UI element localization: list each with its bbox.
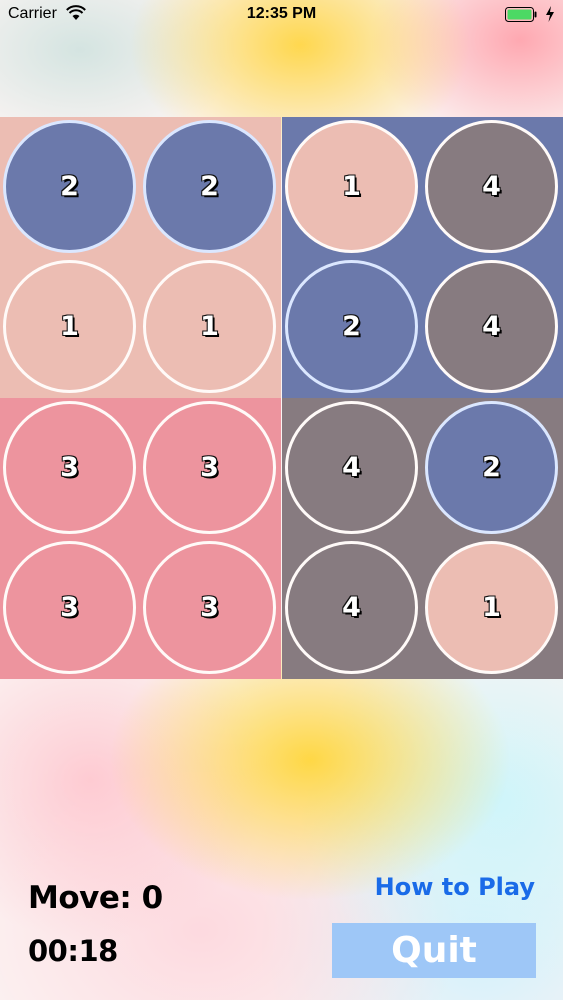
tile-number: 2 [482, 452, 501, 483]
tile[interactable]: 1 [425, 541, 558, 674]
move-counter: Move: 0 [28, 880, 163, 916]
tile-number: 3 [60, 452, 79, 483]
status-bar: Carrier 12:35 PM [0, 0, 563, 30]
tile[interactable]: 3 [3, 401, 136, 534]
tile-number: 2 [342, 311, 361, 342]
tile[interactable]: 3 [3, 541, 136, 674]
quadrant-bottom-right: 4 2 4 1 [282, 398, 563, 679]
tile[interactable]: 3 [143, 401, 276, 534]
tile-number: 4 [342, 592, 361, 623]
tile-number: 2 [200, 171, 219, 202]
tile-number: 1 [482, 592, 501, 623]
quit-button[interactable]: Quit [332, 923, 536, 978]
tile[interactable]: 2 [285, 260, 418, 393]
tile-number: 3 [60, 592, 79, 623]
tile[interactable]: 4 [425, 260, 558, 393]
tile-number: 1 [200, 311, 219, 342]
tile-number: 4 [482, 311, 501, 342]
tile[interactable]: 2 [425, 401, 558, 534]
tile[interactable]: 3 [143, 541, 276, 674]
tile[interactable]: 2 [143, 120, 276, 253]
tile[interactable]: 1 [3, 260, 136, 393]
game-timer: 00:18 [28, 934, 118, 968]
tile[interactable]: 4 [285, 401, 418, 534]
tile[interactable]: 4 [285, 541, 418, 674]
tile[interactable]: 2 [3, 120, 136, 253]
quadrant-bottom-left: 3 3 3 3 [0, 398, 281, 679]
how-to-play-link[interactable]: How to Play [375, 873, 535, 901]
tile-number: 4 [482, 171, 501, 202]
quadrant-top-left: 2 2 1 1 [0, 117, 281, 398]
tile-number: 4 [342, 452, 361, 483]
status-time: 12:35 PM [246, 5, 317, 22]
tile[interactable]: 4 [425, 120, 558, 253]
tile-number: 1 [60, 311, 79, 342]
game-board: 2 2 1 1 1 4 2 4 3 3 3 3 4 2 4 1 [0, 117, 563, 679]
quadrant-top-right: 1 4 2 4 [282, 117, 563, 398]
tile-number: 2 [60, 171, 79, 202]
battery-icon [505, 7, 537, 22]
tile-number: 3 [200, 452, 219, 483]
tile-number: 3 [200, 592, 219, 623]
tile[interactable]: 1 [143, 260, 276, 393]
tile[interactable]: 1 [285, 120, 418, 253]
tile-number: 1 [342, 171, 361, 202]
charge-icon [546, 6, 554, 22]
